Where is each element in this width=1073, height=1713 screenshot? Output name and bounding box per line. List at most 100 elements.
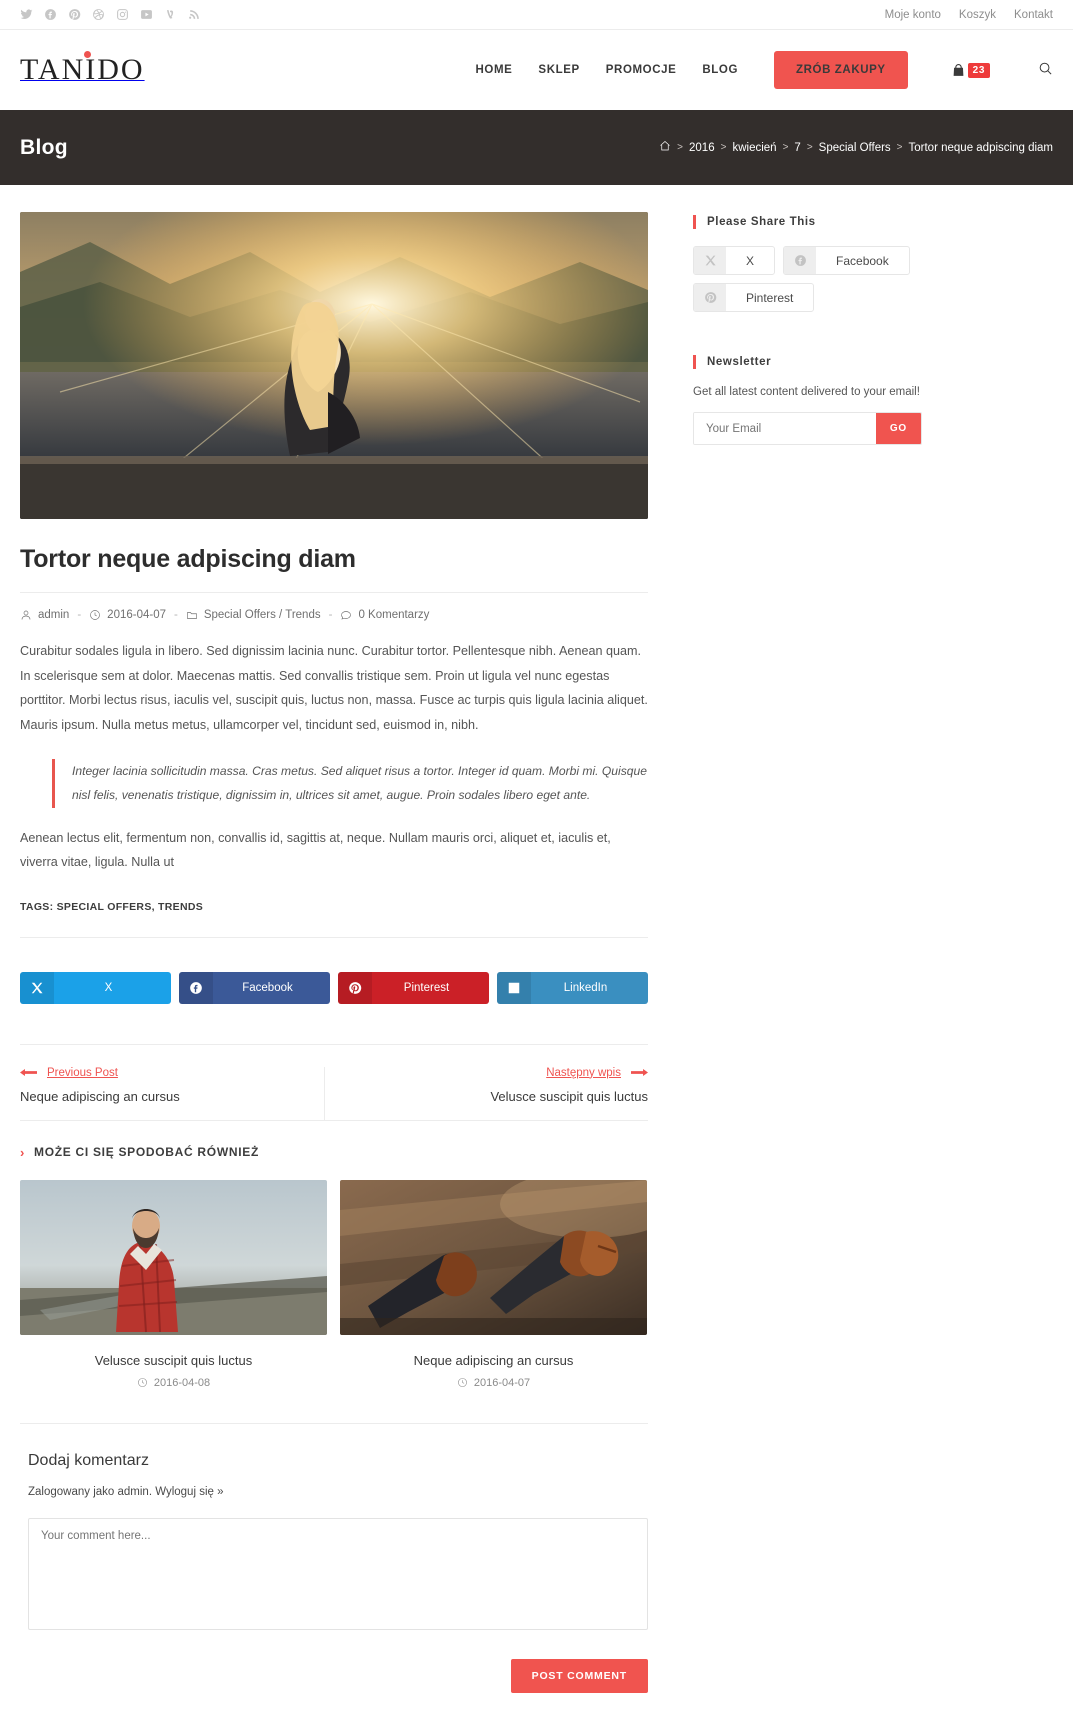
comment-icon [341,611,352,620]
topbar-link-account[interactable]: Moje konto [885,9,941,21]
share-button-pinterest[interactable]: Pinterest [338,971,489,1004]
previous-post-label: Previous Post [47,1066,118,1079]
nav-item-blog[interactable]: BLOG [702,64,738,76]
post-body: Curabitur sodales ligula in libero. Sed … [20,639,648,875]
social-twitter[interactable] [20,8,33,21]
pinterest-icon [69,9,81,20]
social-dribbble[interactable] [92,8,105,21]
breadcrumb-sep: > [896,142,903,153]
post-author-link[interactable]: admin [38,609,69,621]
main-header: TANIDO HOME SKLEP PROMOCJE BLOG ZRÓB ZAK… [0,30,1073,110]
previous-post: Previous Post Neque adipiscing an cursus [20,1067,324,1120]
related-post-title[interactable]: Neque adipiscing an cursus [340,1353,647,1368]
newsletter-heading-text: Newsletter [707,356,772,368]
share-button-x[interactable]: X [20,971,171,1004]
main-column: Tortor neque adpiscing diam admin - 2016… [20,212,648,1713]
related-post-card[interactable]: Neque adipiscing an cursus 2016-04-07 [340,1179,647,1389]
shop-now-button[interactable]: ZRÓB ZAKUPY [774,51,908,89]
topbar-link-cart[interactable]: Koszyk [959,9,996,21]
post-comments-link[interactable]: 0 Komentarzy [358,609,429,621]
related-post-title[interactable]: Velusce suscipit quis luctus [20,1353,327,1368]
comment-textarea[interactable] [28,1517,648,1630]
meta-dash: - [77,609,82,621]
featured-image [20,212,648,519]
comment-form-section: Dodaj komentarz Zalogowany jako admin. W… [20,1422,648,1713]
related-thumb-2-graphic [340,1179,647,1335]
share-label-pinterest: Pinterest [403,981,450,994]
arrow-right-icon [631,1069,648,1077]
breadcrumb-sep: > [720,142,727,153]
share-widget-heading: Please Share This [693,215,928,229]
top-bar: Moje konto Koszyk Kontakt [0,0,1073,30]
share-button-linkedin[interactable]: LinkedIn [497,971,648,1004]
sidebar-share-facebook[interactable]: Facebook [783,246,910,275]
facebook-icon [45,9,56,20]
post-comment-button[interactable]: POST COMMENT [510,1658,648,1693]
sidebar-share-label-facebook: Facebook [836,253,889,268]
sidebar: Please Share This X Facebook Pinterest N… [693,212,928,1713]
divider [20,936,648,938]
topbar-link-contact[interactable]: Kontakt [1014,9,1053,21]
social-vine[interactable] [164,8,177,21]
nav-item-promocje[interactable]: PROMOCJE [606,64,677,76]
previous-post-link[interactable]: Previous Post [20,1067,324,1079]
clock-icon [90,610,100,620]
next-post-label: Następny wpis [546,1066,621,1079]
instagram-icon [117,9,128,20]
sidebar-share-pinterest[interactable]: Pinterest [693,283,815,312]
share-button-facebook[interactable]: Facebook [179,971,330,1004]
social-instagram[interactable] [116,8,129,21]
facebook-icon-box [784,247,817,274]
post-date-text: 2016-04-07 [107,609,166,621]
user-icon [21,610,31,620]
logo-text: TANIDO [20,53,145,86]
facebook-icon-box [179,971,213,1004]
home-icon [660,141,670,151]
sidebar-share-x[interactable]: X [693,246,776,275]
pinterest-icon-box [338,971,372,1004]
next-post-link[interactable]: Następny wpis [345,1066,648,1079]
post-tags: TAGS: SPECIAL OFFERS, TRENDS [20,900,204,913]
post-category-link[interactable]: Special Offers / Trends [204,609,321,621]
newsletter-description: Get all latest content delivered to your… [693,386,920,398]
related-post-date-text: 2016-04-08 [153,1376,211,1389]
dribbble-icon [93,9,104,20]
page-title-bar: Blog > 2016 > kwiecień > 7 > Special Off… [0,110,1073,185]
social-rss[interactable] [188,8,201,21]
social-youtube[interactable] [140,8,153,21]
related-post-thumbnail[interactable] [20,1179,327,1335]
site-logo[interactable]: TANIDO [20,51,145,87]
post-paragraph-1: Curabitur sodales ligula in libero. Sed … [20,644,648,732]
social-pinterest[interactable] [68,8,81,21]
nav-item-sklep[interactable]: SKLEP [538,64,579,76]
breadcrumb-day[interactable]: 7 [794,142,800,154]
share-label-facebook: Facebook [242,981,293,994]
breadcrumb-month[interactable]: kwiecień [732,142,776,154]
pinterest-icon [704,292,716,303]
x-icon-box [20,971,54,1004]
breadcrumb-year[interactable]: 2016 [689,142,715,154]
search-button[interactable] [1016,61,1053,79]
newsletter-email-input[interactable] [694,413,876,444]
related-post-thumbnail[interactable] [340,1179,647,1335]
breadcrumb-home[interactable] [659,140,671,155]
cart-button[interactable]: 23 [952,62,990,78]
social-facebook[interactable] [44,8,57,21]
linkedin-icon-box [497,971,531,1004]
nav-item-home[interactable]: HOME [476,64,513,76]
main-nav: HOME SKLEP PROMOCJE BLOG ZRÓB ZAKUPY 23 [476,51,1053,89]
comment-submit-row: POST COMMENT [28,1658,648,1713]
previous-post-title: Neque adipiscing an cursus [20,1088,180,1104]
vine-icon [166,10,174,19]
related-post-date: 2016-04-07 [340,1377,647,1389]
related-post-date: 2016-04-08 [20,1377,327,1389]
share-label-x: X [104,981,113,994]
logout-link[interactable]: Zalogowany jako admin. Wyloguj się » [28,1486,224,1498]
breadcrumb-category[interactable]: Special Offers [819,142,891,154]
related-post-card[interactable]: Velusce suscipit quis luctus 2016-04-08 [20,1179,327,1389]
breadcrumb-sep: > [782,142,789,153]
clock-icon [457,1378,467,1388]
newsletter-go-button[interactable]: GO [875,413,921,444]
linkedin-icon [508,982,520,993]
post-categories: Special Offers / Trends [186,609,321,621]
